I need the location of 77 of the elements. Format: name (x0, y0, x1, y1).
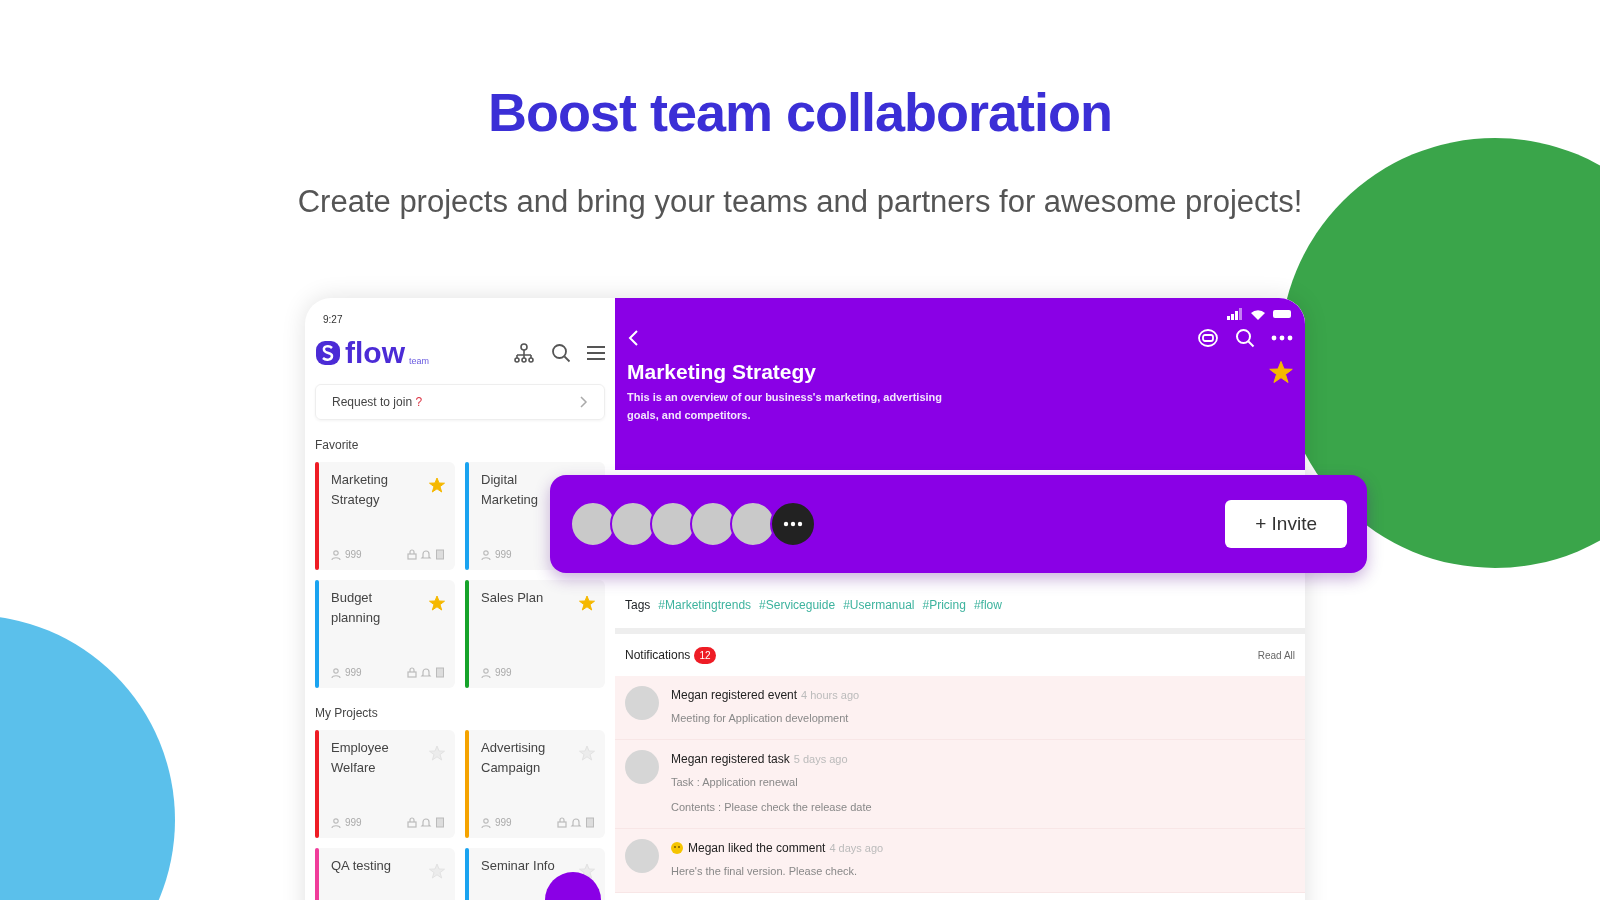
avatar (625, 750, 659, 784)
notifications-title: Notifications (625, 647, 691, 664)
menu-icon[interactable] (587, 345, 605, 361)
more-icon[interactable] (783, 521, 803, 527)
logo-suffix: team (409, 354, 429, 368)
status-time: 9:27 (323, 313, 343, 327)
project-name: QA testing (331, 857, 392, 875)
org-chart-icon[interactable] (513, 343, 535, 363)
project-name: Seminar Info (481, 857, 556, 875)
notification-time: 4 hours ago (801, 687, 860, 703)
project-name: Advertising Campaign (481, 739, 547, 777)
avatar (625, 686, 659, 720)
notification-item[interactable]: Megan registered event 4 hours ago Meeting for Application development (615, 676, 1305, 740)
notification-time: 4 days ago (829, 840, 884, 856)
person-icon (331, 667, 341, 678)
section-title: Favorite (315, 438, 359, 452)
person-icon (481, 667, 491, 678)
project-card[interactable]: QA testing (315, 848, 455, 900)
notification-text: Contents : Please check the release date (671, 800, 872, 815)
project-card[interactable]: Budget planning 999 (315, 580, 455, 688)
invite-button[interactable]: + Invite (1225, 499, 1347, 549)
notification-title: Megan registered task (671, 751, 790, 768)
project-name: Marketing Strategy (331, 471, 390, 509)
star-icon[interactable] (429, 476, 445, 493)
notification-title: Megan registered event (671, 687, 798, 704)
headline: Boost team collaboration (487, 81, 1113, 144)
smiley-icon (671, 842, 683, 854)
notification-text: Here's the final version. Please check. (671, 864, 858, 879)
star-icon[interactable] (429, 594, 445, 611)
member-count: 999 (345, 816, 362, 830)
wifi-icon (1251, 308, 1265, 320)
person-icon (331, 817, 341, 828)
tags-label: Tags (625, 598, 651, 612)
notification-text: Task : Application renewal (671, 775, 798, 790)
member-count: 999 (495, 816, 512, 830)
battery-icon (1273, 309, 1293, 319)
request-label: Request to join ? (332, 394, 423, 411)
star-icon[interactable] (579, 862, 595, 879)
project-name: Budget planning (331, 589, 382, 627)
notification-item[interactable]: Megan liked the comment 4 days ago Here's the final version. Please check. (615, 829, 1305, 893)
back-icon[interactable] (627, 329, 639, 347)
section-title: My Projects (315, 706, 378, 720)
notification-count: 12 (694, 646, 716, 664)
person-icon (331, 549, 341, 560)
chat-icon[interactable] (1197, 328, 1219, 348)
member-count: 999 (345, 666, 362, 680)
project-name: Employee Welfare (331, 739, 390, 777)
notification-title: Megan liked the comment (688, 840, 826, 857)
subheadline: Create projects and bring your teams and partners for awesome projects! (297, 183, 1303, 221)
chevron-icon (580, 396, 588, 408)
project-card[interactable]: Sales Plan 999 (465, 580, 605, 688)
project-card[interactable]: Employee Welfare 999 (315, 730, 455, 838)
member-count: 999 (495, 548, 512, 562)
star-icon[interactable] (1269, 360, 1293, 385)
logo-icon (315, 340, 341, 366)
person-icon (481, 817, 491, 828)
person-icon (481, 549, 491, 560)
member-count: 999 (345, 548, 362, 562)
notification-time: 5 days ago (793, 751, 848, 767)
request-to-join-button[interactable]: Request to join ? (315, 384, 605, 420)
project-name: Digital Marketing (481, 471, 540, 509)
search-icon[interactable] (1235, 328, 1255, 348)
project-description: This is an overview of our business's marketing, advertising goals, and competitors. (627, 389, 943, 423)
avatar (625, 839, 659, 873)
more-icon[interactable] (1271, 335, 1293, 341)
member-count: 999 (495, 666, 512, 680)
project-title: Marketing Strategy (627, 359, 817, 385)
project-card[interactable]: Advertising Campaign 999 (465, 730, 605, 838)
notification-text: Meeting for Application development (671, 711, 849, 726)
project-card[interactable]: Marketing Strategy 999 (315, 462, 455, 570)
project-name: Sales Plan (481, 589, 545, 607)
signal-icon (1227, 308, 1243, 320)
logo-text: flow (345, 338, 405, 368)
notification-item[interactable]: Megan registered task 5 days ago Task : Application renewal Contents : Please check the release date (615, 740, 1305, 829)
search-icon[interactable] (551, 343, 571, 363)
star-icon[interactable] (579, 594, 595, 611)
read-all-link[interactable]: Read All (1257, 647, 1295, 663)
